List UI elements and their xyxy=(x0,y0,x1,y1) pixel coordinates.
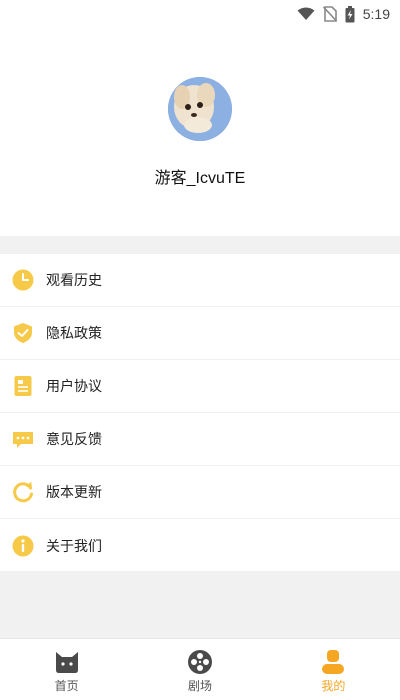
film-reel-icon xyxy=(186,649,214,675)
wifi-icon xyxy=(297,7,315,21)
tab-label: 首页 xyxy=(54,679,79,693)
bottom-tab-bar: 首页 剧场 我的 xyxy=(0,638,400,700)
cat-face-icon xyxy=(53,649,81,675)
info-icon xyxy=(12,535,34,557)
tab-label: 剧场 xyxy=(187,679,212,693)
menu-item-label: 版本更新 xyxy=(46,485,102,501)
avatar[interactable] xyxy=(168,77,232,141)
no-sim-icon xyxy=(322,6,337,22)
username: 游客_IcvuTE xyxy=(154,170,246,187)
menu-item-version-update[interactable]: 版本更新 xyxy=(0,466,400,519)
menu-item-privacy-policy[interactable]: 隐私政策 xyxy=(0,307,400,360)
tab-label: 我的 xyxy=(321,679,346,693)
menu-item-label: 隐私政策 xyxy=(46,326,102,342)
empty-area xyxy=(0,571,400,638)
document-icon xyxy=(12,375,34,397)
menu-item-user-agreement[interactable]: 用户协议 xyxy=(0,360,400,413)
profile-header: 游客_IcvuTE xyxy=(0,28,400,236)
tab-mine[interactable]: 我的 xyxy=(267,639,400,700)
section-divider xyxy=(0,236,400,254)
settings-menu: 观看历史 隐私政策 用户协议 意见反馈 版本更新 关于我们 xyxy=(0,254,400,572)
tab-theater[interactable]: 剧场 xyxy=(133,639,266,700)
refresh-icon xyxy=(12,481,34,503)
menu-item-label: 关于我们 xyxy=(46,538,102,555)
chat-dots-icon xyxy=(12,428,34,450)
menu-item-label: 观看历史 xyxy=(46,273,102,289)
status-bar: 5:19 xyxy=(0,0,400,28)
clock-icon xyxy=(12,269,34,291)
menu-item-watch-history[interactable]: 观看历史 xyxy=(0,254,400,307)
person-icon xyxy=(319,649,347,675)
shield-check-icon xyxy=(12,322,34,344)
menu-item-label: 用户协议 xyxy=(46,379,102,395)
tab-home[interactable]: 首页 xyxy=(0,639,133,700)
battery-charging-icon xyxy=(345,5,355,23)
menu-item-about-us[interactable]: 关于我们 xyxy=(0,519,400,572)
menu-item-feedback[interactable]: 意见反馈 xyxy=(0,413,400,466)
menu-item-label: 意见反馈 xyxy=(46,432,102,448)
status-time: 5:19 xyxy=(362,6,390,22)
